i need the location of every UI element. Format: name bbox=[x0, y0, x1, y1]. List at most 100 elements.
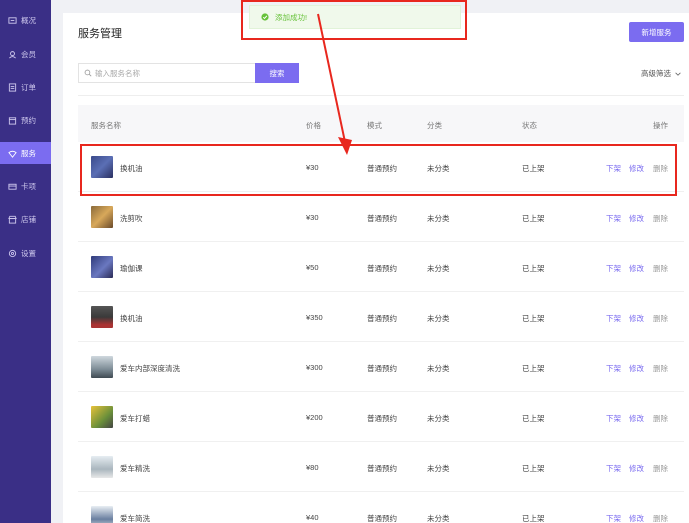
take-down-button[interactable]: 下架 bbox=[606, 313, 621, 324]
table-row: 换机油 ¥30 普通预约 未分类 已上架 下架 修改 删除 bbox=[78, 142, 684, 192]
sidebar-item-label: 店铺 bbox=[21, 214, 36, 224]
delete-button[interactable]: 删除 bbox=[653, 313, 668, 324]
service-name: 瑜伽课 bbox=[120, 264, 143, 273]
service-category: 未分类 bbox=[427, 214, 450, 223]
service-thumbnail bbox=[91, 256, 113, 278]
service-thumbnail bbox=[91, 356, 113, 378]
service-status: 已上架 bbox=[522, 314, 545, 323]
success-toast: 添加成功! bbox=[249, 5, 461, 29]
take-down-button[interactable]: 下架 bbox=[606, 513, 621, 523]
search-button[interactable]: 搜索 bbox=[255, 63, 299, 83]
take-down-button[interactable]: 下架 bbox=[606, 213, 621, 224]
sidebar-item-label: 订单 bbox=[21, 82, 36, 92]
page-title: 服务管理 bbox=[78, 28, 122, 40]
service-name: 爱车简洗 bbox=[120, 514, 150, 523]
sidebar-item-store[interactable]: 店铺 bbox=[0, 208, 51, 230]
service-category: 未分类 bbox=[427, 264, 450, 273]
delete-button[interactable]: 删除 bbox=[653, 213, 668, 224]
table-row: 瑜伽课 ¥50 普通预约 未分类 已上架 下架 修改 删除 bbox=[78, 242, 684, 292]
delete-button[interactable]: 删除 bbox=[653, 513, 668, 523]
column-header-price: 价格 bbox=[306, 121, 321, 130]
sidebar-item-card[interactable]: 卡项 bbox=[0, 175, 51, 197]
service-name: 换机油 bbox=[120, 314, 143, 323]
sidebar-item-label: 会员 bbox=[21, 49, 36, 59]
add-service-button[interactable]: 新增服务 bbox=[629, 22, 684, 42]
booking-icon bbox=[8, 116, 17, 125]
advanced-filter-label: 高级筛选 bbox=[641, 69, 671, 78]
service-mode: 普通预约 bbox=[367, 314, 397, 323]
table-header: 服务名称 价格 模式 分类 状态 操作 bbox=[78, 105, 684, 142]
edit-button[interactable]: 修改 bbox=[629, 513, 644, 523]
service-mode: 普通预约 bbox=[367, 514, 397, 523]
service-thumbnail bbox=[91, 156, 113, 178]
service-status: 已上架 bbox=[522, 364, 545, 373]
service-mode: 普通预约 bbox=[367, 464, 397, 473]
sidebar-item-label: 服务 bbox=[21, 148, 36, 158]
card-icon bbox=[8, 182, 17, 191]
sidebar-item-overview[interactable]: 概况 bbox=[0, 9, 51, 31]
take-down-button[interactable]: 下架 bbox=[606, 263, 621, 274]
column-header-status: 状态 bbox=[522, 121, 537, 130]
service-name: 洗剪吹 bbox=[120, 214, 143, 223]
table-row: 爱车打蜡 ¥200 普通预约 未分类 已上架 下架 修改 删除 bbox=[78, 392, 684, 442]
toast-message: 添加成功! bbox=[275, 12, 308, 22]
service-status: 已上架 bbox=[522, 214, 545, 223]
delete-button[interactable]: 删除 bbox=[653, 163, 668, 174]
delete-button[interactable]: 删除 bbox=[653, 363, 668, 374]
divider bbox=[78, 95, 684, 96]
sidebar: 概况 会员 订单 预约 服务 卡项 店铺 设置 bbox=[0, 0, 51, 523]
service-name: 换机油 bbox=[120, 164, 143, 173]
service-price: ¥50 bbox=[306, 263, 319, 272]
sidebar-item-service[interactable]: 服务 bbox=[0, 142, 51, 164]
edit-button[interactable]: 修改 bbox=[629, 163, 644, 174]
main-panel: 服务管理 新增服务 搜索 高级筛选 服务名称 价格 模式 分类 状态 操作 换机… bbox=[63, 13, 689, 523]
service-price: ¥300 bbox=[306, 363, 323, 372]
search-input[interactable] bbox=[95, 68, 245, 78]
service-price: ¥80 bbox=[306, 463, 319, 472]
service-mode: 普通预约 bbox=[367, 214, 397, 223]
take-down-button[interactable]: 下架 bbox=[606, 163, 621, 174]
sidebar-item-order[interactable]: 订单 bbox=[0, 76, 51, 98]
edit-button[interactable]: 修改 bbox=[629, 363, 644, 374]
service-mode: 普通预约 bbox=[367, 264, 397, 273]
advanced-filter-toggle[interactable]: 高级筛选 bbox=[641, 68, 682, 79]
overview-icon bbox=[8, 16, 17, 25]
service-category: 未分类 bbox=[427, 414, 450, 423]
search-field[interactable] bbox=[78, 63, 255, 83]
edit-button[interactable]: 修改 bbox=[629, 313, 644, 324]
service-price: ¥30 bbox=[306, 163, 319, 172]
edit-button[interactable]: 修改 bbox=[629, 213, 644, 224]
take-down-button[interactable]: 下架 bbox=[606, 363, 621, 374]
delete-button[interactable]: 删除 bbox=[653, 263, 668, 274]
service-name: 爱车内部深度清洗 bbox=[120, 364, 180, 373]
service-status: 已上架 bbox=[522, 514, 545, 523]
service-thumbnail bbox=[91, 206, 113, 228]
order-icon bbox=[8, 82, 17, 92]
service-price: ¥40 bbox=[306, 513, 319, 522]
check-circle-icon bbox=[261, 13, 269, 21]
table-row: 洗剪吹 ¥30 普通预约 未分类 已上架 下架 修改 删除 bbox=[78, 192, 684, 242]
edit-button[interactable]: 修改 bbox=[629, 263, 644, 274]
take-down-button[interactable]: 下架 bbox=[606, 413, 621, 424]
take-down-button[interactable]: 下架 bbox=[606, 463, 621, 474]
service-price: ¥350 bbox=[306, 313, 323, 322]
chevron-down-icon bbox=[675, 72, 681, 76]
service-thumbnail bbox=[91, 306, 113, 328]
sidebar-item-member[interactable]: 会员 bbox=[0, 43, 51, 65]
service-thumbnail bbox=[91, 506, 113, 523]
sidebar-item-booking[interactable]: 预约 bbox=[0, 109, 51, 131]
delete-button[interactable]: 删除 bbox=[653, 413, 668, 424]
edit-button[interactable]: 修改 bbox=[629, 463, 644, 474]
sidebar-item-settings[interactable]: 设置 bbox=[0, 242, 51, 264]
delete-button[interactable]: 删除 bbox=[653, 463, 668, 474]
sidebar-item-label: 概况 bbox=[21, 15, 36, 25]
column-header-mode: 模式 bbox=[367, 121, 382, 130]
search-icon bbox=[84, 69, 92, 77]
service-price: ¥30 bbox=[306, 213, 319, 222]
service-name: 爱车精洗 bbox=[120, 464, 150, 473]
service-name: 爱车打蜡 bbox=[120, 414, 150, 423]
service-mode: 普通预约 bbox=[367, 164, 397, 173]
table-row: 爱车内部深度清洗 ¥300 普通预约 未分类 已上架 下架 修改 删除 bbox=[78, 342, 684, 392]
edit-button[interactable]: 修改 bbox=[629, 413, 644, 424]
column-header-category: 分类 bbox=[427, 121, 442, 130]
